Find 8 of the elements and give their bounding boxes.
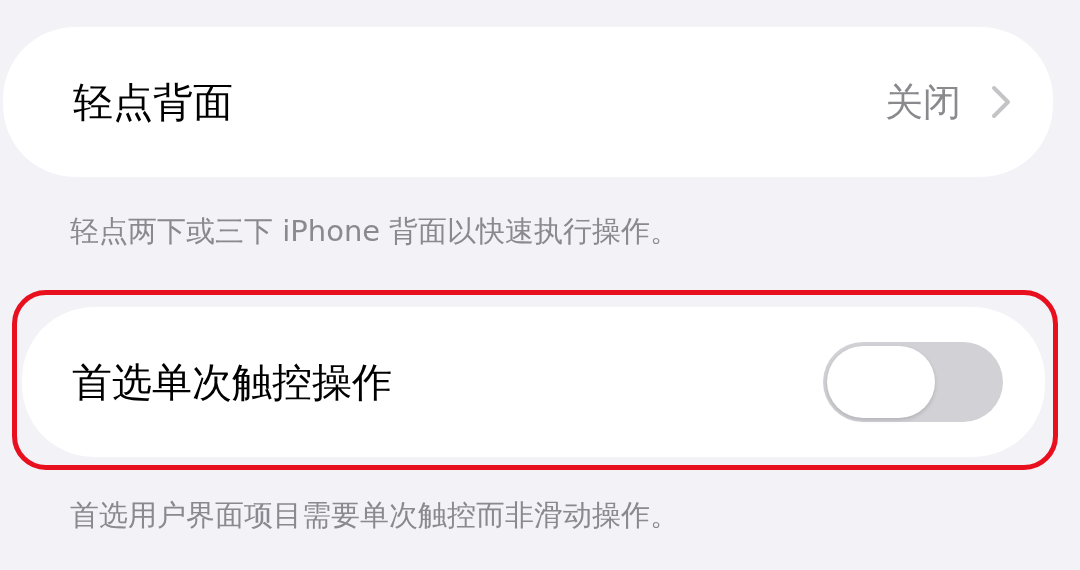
setting-label: 轻点背面 xyxy=(73,77,234,127)
settings-row[interactable]: 轻点背面 关闭 xyxy=(3,27,1053,177)
setting-value: 关闭 xyxy=(885,78,961,126)
chevron-icon xyxy=(991,85,1011,119)
footer-text: 轻点两下或三下 iPhone 背面以快速执行操作。 xyxy=(70,213,680,250)
setting-label: 首选单次触控操作 xyxy=(72,357,393,407)
footer-text: 首选用户界面项目需要单次触控而非滑动操作。 xyxy=(70,497,679,534)
settings-row[interactable]: 首选单次触控操作 xyxy=(22,307,1045,457)
